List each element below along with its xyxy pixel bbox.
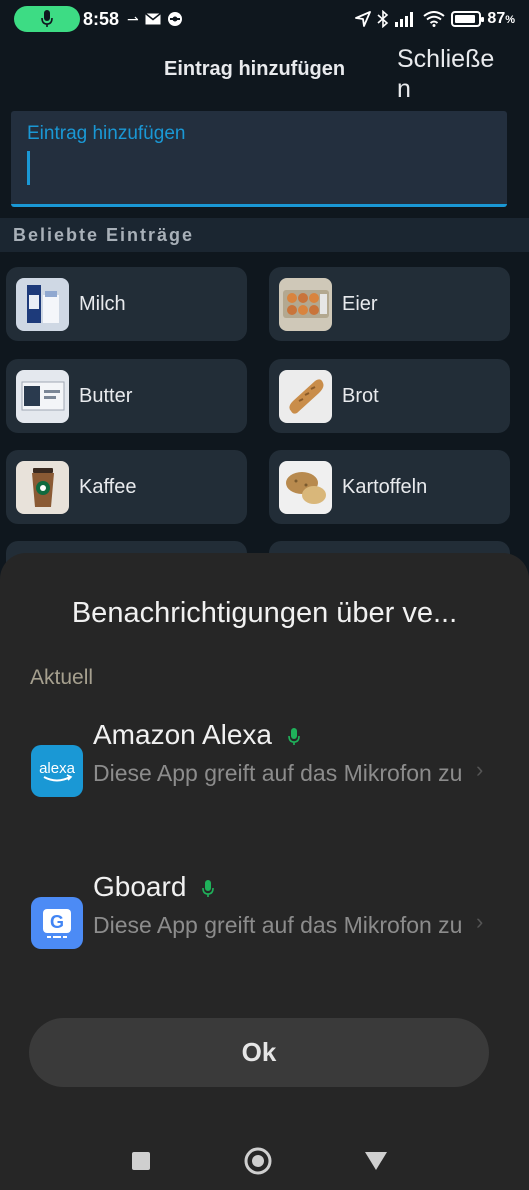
popular-entries-heading: Beliebte Einträge: [0, 218, 529, 252]
mic-in-use-indicator[interactable]: [14, 6, 80, 32]
popular-item-milk[interactable]: Milch: [6, 267, 247, 341]
signal-icon: [395, 12, 414, 27]
eggs-icon: [279, 277, 332, 331]
battery-icon: [451, 11, 485, 27]
missed-call-icon: ⇀: [127, 10, 139, 27]
chevron-right-icon: ›: [476, 909, 484, 934]
popular-item-eggs[interactable]: Eier: [269, 267, 510, 341]
chevron-right-icon: ›: [476, 757, 484, 782]
milk-icon: [16, 277, 69, 331]
potato-icon: [279, 460, 332, 514]
gboard-icon-letter: G: [50, 912, 64, 932]
add-entry-label: Eintrag hinzufügen: [27, 123, 186, 144]
system-nav-bar: [0, 1136, 529, 1186]
popular-item-label: Eier: [342, 292, 378, 315]
popular-item-label: Milch: [79, 292, 126, 315]
sheet-title: Benachrichtigungen über ve...: [71, 597, 458, 629]
text-caret: [27, 151, 30, 185]
gboard-app-icon: G: [31, 897, 83, 949]
coffee-icon: [16, 460, 69, 514]
mail-icon: [144, 13, 161, 25]
location-icon: [355, 11, 372, 27]
back-button[interactable]: [364, 1151, 388, 1171]
butter-icon: [16, 369, 69, 423]
status-time: 8:58: [83, 8, 120, 29]
microphone-icon: [41, 10, 53, 27]
add-entry-input[interactable]: Eintrag hinzufügen: [11, 111, 507, 207]
app-row-gboard[interactable]: G Gboard Diese App greift auf das Mikrof…: [0, 865, 529, 1005]
ok-button[interactable]: Ok: [29, 1018, 489, 1087]
mic-access-sheet: Benachrichtigungen über ve... Aktuell al…: [0, 553, 529, 1190]
home-button[interactable]: [244, 1147, 272, 1175]
status-bar: 8:58 ⇀ 87%: [0, 0, 529, 38]
section-current-label: Aktuell: [30, 666, 94, 689]
popular-item-label: Kartoffeln: [342, 475, 428, 498]
recents-button[interactable]: [131, 1151, 151, 1171]
popular-item-bread[interactable]: Brot: [269, 359, 510, 433]
app-notification-icon: [167, 12, 182, 26]
close-button[interactable]: Schließen: [397, 44, 507, 100]
popular-item-butter[interactable]: Butter: [6, 359, 247, 433]
wifi-icon: [423, 11, 446, 27]
battery-unit: %: [505, 14, 515, 26]
popular-item-label: Butter: [79, 384, 133, 407]
battery-percent: 87: [487, 10, 506, 27]
alexa-icon-text: alexa: [39, 760, 76, 777]
bread-icon: [279, 369, 332, 423]
app-name: Amazon Alexa: [93, 719, 272, 750]
alexa-app-icon: alexa: [31, 745, 83, 797]
popular-item-label: Brot: [342, 384, 379, 407]
popular-item-coffee[interactable]: Kaffee: [6, 450, 247, 524]
triangle-down-icon: [365, 1152, 387, 1170]
app-description: Diese App greift auf das Mikrofon zu: [93, 912, 463, 938]
page-title: Eintrag hinzufügen: [164, 58, 346, 80]
app-description: Diese App greift auf das Mikrofon zu: [93, 760, 463, 786]
app-header: Eintrag hinzufügen Schließen: [0, 38, 529, 104]
mic-active-icon: [202, 873, 214, 905]
battery-level-fill: [455, 15, 475, 23]
mic-active-icon: [287, 721, 300, 753]
popular-item-potatoes[interactable]: Kartoffeln: [269, 450, 510, 524]
app-name: Gboard: [93, 871, 187, 902]
app-row-amazon-alexa[interactable]: alexa Amazon Alexa Diese App greift auf …: [0, 713, 529, 853]
circle-icon: [244, 1147, 272, 1175]
square-icon: [132, 1152, 150, 1170]
bluetooth-icon: [377, 10, 389, 28]
popular-item-label: Kaffee: [79, 475, 137, 498]
